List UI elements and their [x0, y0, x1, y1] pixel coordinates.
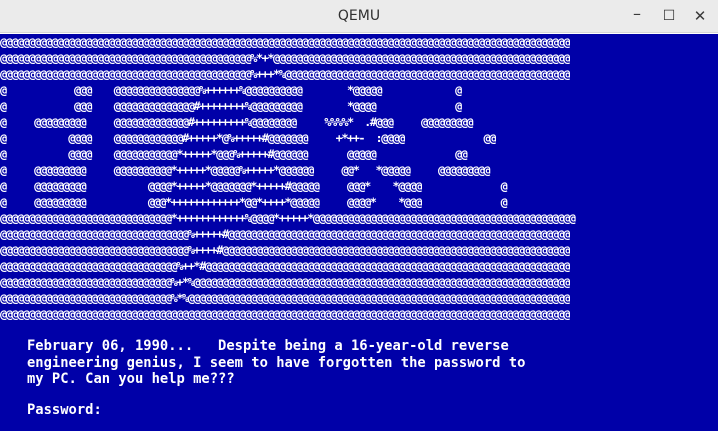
- ascii-art-banner: @@@@@@@@@@@@@@@@@@@@@@@@@@@@@@@@@@@@@@@@…: [0, 35, 576, 321]
- window-title: QEMU: [337, 8, 381, 24]
- maximize-icon[interactable]: ☐: [659, 6, 679, 26]
- story-message: February 06, 1990... Despite being a 16-…: [27, 338, 526, 387]
- password-prompt[interactable]: Password:: [27, 402, 102, 419]
- vm-display[interactable]: @@@@@@@@@@@@@@@@@@@@@@@@@@@@@@@@@@@@@@@@…: [0, 34, 718, 431]
- minimize-icon[interactable]: –: [627, 6, 647, 26]
- close-icon[interactable]: ✕: [690, 6, 710, 26]
- qemu-window: QEMU – ☐ ✕ @@@@@@@@@@@@@@@@@@@@@@@@@@@@@…: [0, 0, 718, 431]
- title-bar[interactable]: QEMU – ☐ ✕: [0, 0, 718, 33]
